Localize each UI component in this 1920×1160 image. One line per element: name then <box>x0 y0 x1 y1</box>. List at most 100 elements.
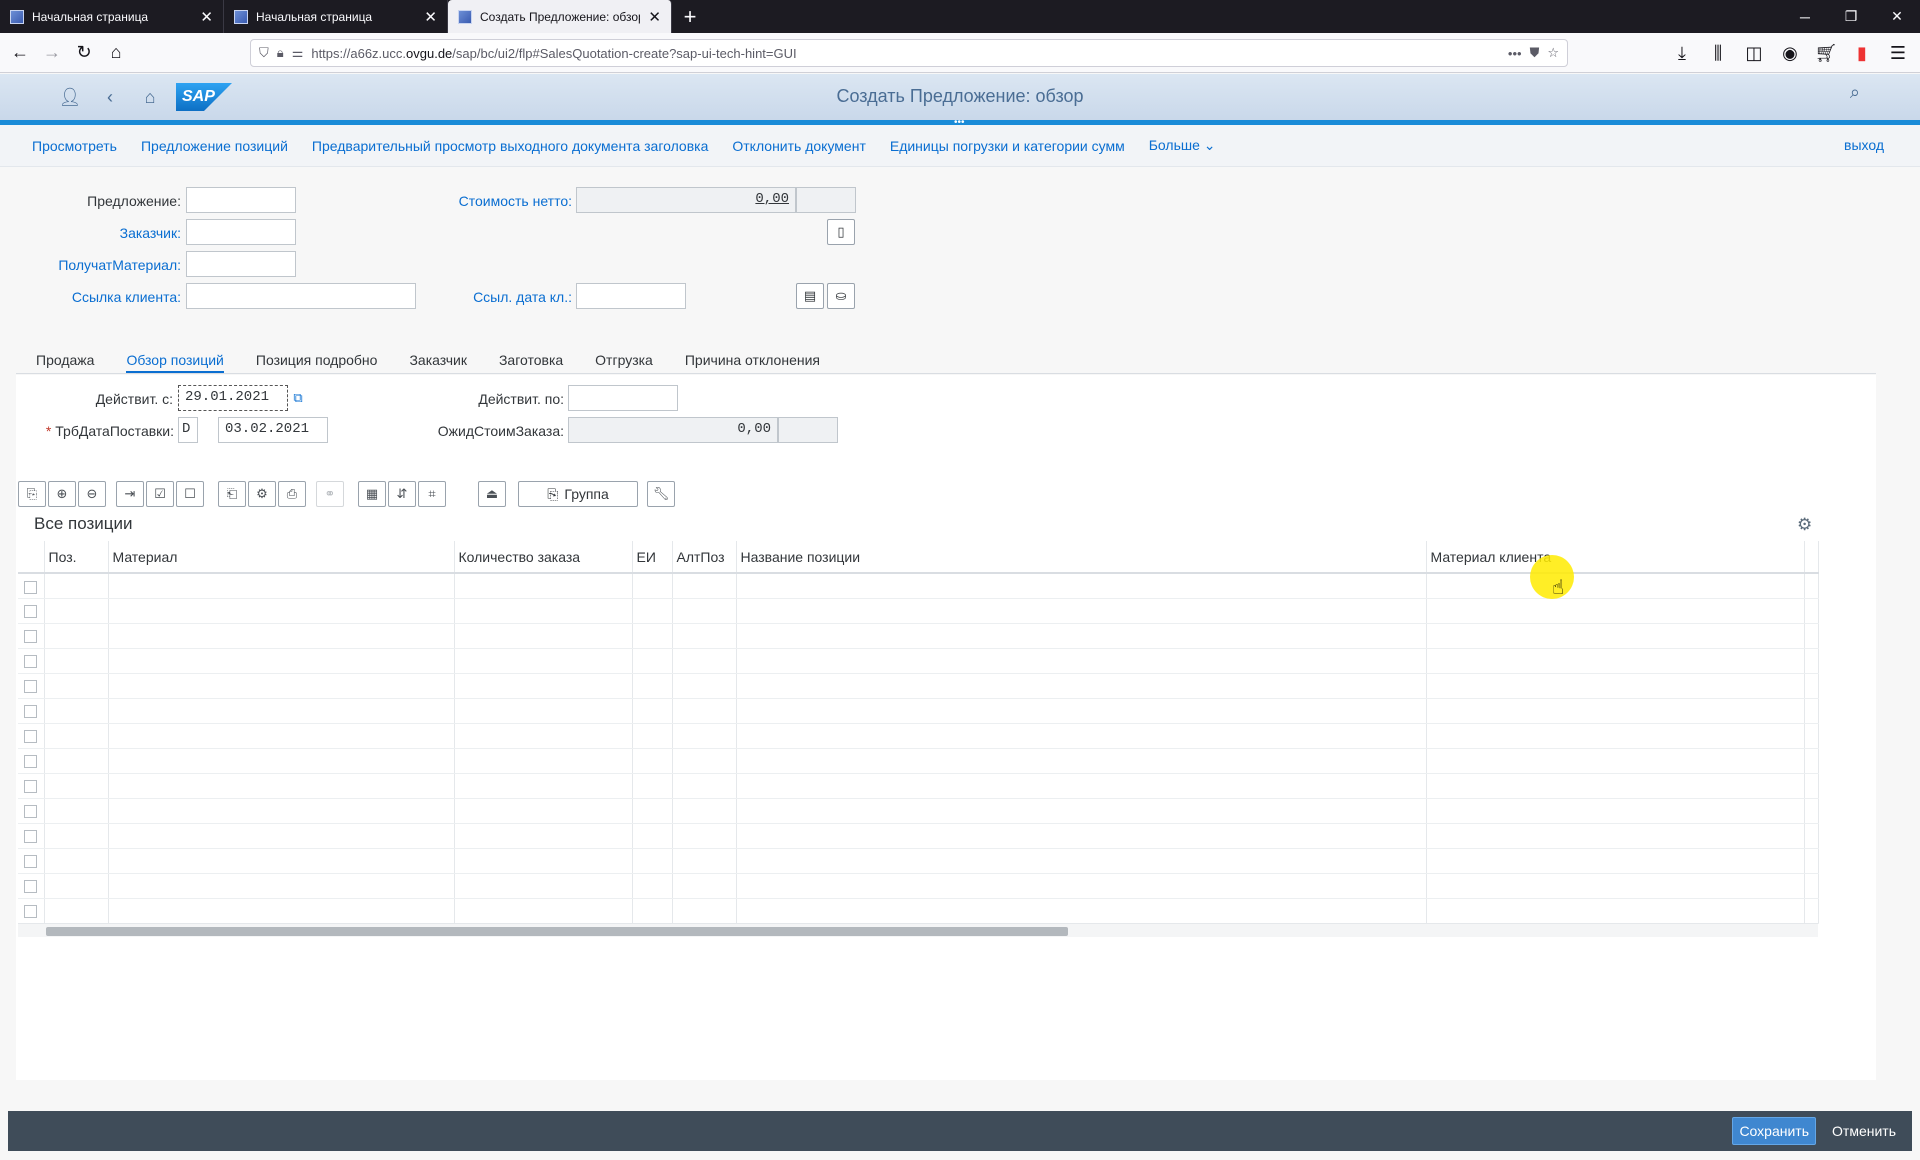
table-cell[interactable] <box>454 748 633 774</box>
pricing-icon[interactable]: ⚙ <box>248 481 276 507</box>
table-cell[interactable] <box>108 673 455 699</box>
restore-icon[interactable]: ❐ <box>1828 0 1874 33</box>
table-cell[interactable] <box>454 823 633 849</box>
delete-row-icon[interactable]: ⊖ <box>78 481 106 507</box>
forward-icon[interactable]: → <box>36 37 68 69</box>
menu-icon[interactable]: ☰ <box>1882 37 1914 69</box>
quotation-field[interactable] <box>186 187 296 213</box>
table-cell[interactable] <box>1426 848 1805 874</box>
variant-icon[interactable]: ⏏ <box>478 481 506 507</box>
shield-icon[interactable]: ⛉ <box>259 45 269 61</box>
row-selector[interactable] <box>18 573 45 599</box>
toolbar-reject-document-button[interactable]: Отклонить документ <box>720 138 877 154</box>
table-cell[interactable] <box>672 623 737 649</box>
row-checkbox[interactable] <box>24 805 38 819</box>
gear-icon[interactable]: ⚙ <box>1797 515 1812 535</box>
row-selector[interactable] <box>18 598 45 624</box>
row-selector[interactable] <box>18 623 45 649</box>
table-cell[interactable] <box>454 598 633 624</box>
table-cell[interactable] <box>672 898 737 924</box>
pocket-icon[interactable]: ⛊ <box>1530 45 1540 61</box>
row-selector[interactable] <box>18 773 45 799</box>
row-selector[interactable] <box>18 798 45 824</box>
tab-rejection-reason[interactable]: Причина отклонения <box>685 344 820 373</box>
table-cell[interactable] <box>736 848 1427 874</box>
table-cell[interactable] <box>1426 823 1805 849</box>
sort-icon[interactable]: ⇵ <box>388 481 416 507</box>
table-row[interactable] <box>18 798 1819 824</box>
customer-label[interactable]: Заказчик: <box>120 225 181 241</box>
insert-row-icon[interactable]: ⇥ <box>116 481 144 507</box>
table-cell[interactable] <box>672 698 737 724</box>
table-cell[interactable] <box>44 773 109 799</box>
table-cell[interactable] <box>632 748 673 774</box>
table-cell[interactable] <box>454 698 633 724</box>
more-actions-icon[interactable]: ••• <box>1508 46 1522 61</box>
table-cell[interactable] <box>1426 798 1805 824</box>
table-cell[interactable] <box>44 623 109 649</box>
table-cell[interactable] <box>632 873 673 899</box>
ref-date-field[interactable] <box>576 283 686 309</box>
table-cell[interactable] <box>44 573 109 599</box>
home-icon[interactable]: ⌂ <box>100 37 132 69</box>
cart-icon[interactable]: 🛒︎ <box>1810 37 1842 69</box>
table-cell[interactable] <box>1426 573 1805 599</box>
select-all-icon[interactable]: ☑ <box>146 481 174 507</box>
table-row[interactable] <box>18 773 1819 799</box>
table-cell[interactable] <box>736 573 1427 599</box>
toolbar-more-button[interactable]: Больше ⌄ <box>1137 137 1228 154</box>
table-cell[interactable] <box>44 598 109 624</box>
calendar-icon[interactable]: ⧉ <box>286 385 310 411</box>
row-selector[interactable] <box>18 698 45 724</box>
scrollbar-thumb[interactable] <box>46 927 1068 936</box>
table-cell[interactable] <box>672 573 737 599</box>
table-cell[interactable] <box>736 773 1427 799</box>
table-cell[interactable] <box>672 873 737 899</box>
table-cell[interactable] <box>632 723 673 749</box>
table-row[interactable] <box>18 673 1819 699</box>
valid-from-field[interactable]: 29.01.2021 <box>178 385 288 411</box>
table-cell[interactable] <box>108 873 455 899</box>
horizontal-scrollbar[interactable] <box>18 923 1818 937</box>
table-cell[interactable] <box>632 823 673 849</box>
row-checkbox[interactable] <box>24 680 38 694</box>
lock-icon[interactable]: 🔒︎ <box>277 45 284 61</box>
table-cell[interactable] <box>44 673 109 699</box>
table-cell[interactable] <box>632 623 673 649</box>
table-cell[interactable] <box>454 898 633 924</box>
column-header-description[interactable]: Название позиции <box>736 541 1427 574</box>
row-selector[interactable] <box>18 898 45 924</box>
table-cell[interactable] <box>44 823 109 849</box>
back-icon[interactable]: ← <box>4 37 36 69</box>
table-row[interactable] <box>18 898 1819 924</box>
table-cell[interactable] <box>672 673 737 699</box>
table-cell[interactable] <box>672 823 737 849</box>
table-row[interactable] <box>18 823 1819 849</box>
item-details-icon[interactable]: ⎘ <box>18 481 46 507</box>
valid-to-field[interactable] <box>568 385 678 411</box>
url-bar[interactable]: ⛉ 🔒︎ ⚌ https://a66z.ucc.ovgu.de/sap/bc/u… <box>250 39 1568 67</box>
row-selector[interactable] <box>18 823 45 849</box>
table-cell[interactable] <box>454 673 633 699</box>
row-selector[interactable] <box>18 723 45 749</box>
table-cell[interactable] <box>44 848 109 874</box>
close-icon[interactable]: ✕ <box>200 8 213 26</box>
deselect-all-icon[interactable]: ☐ <box>176 481 204 507</box>
toolbar-propose-items-button[interactable]: Предложение позиций <box>129 138 300 154</box>
user-icon[interactable]: 👤︎ <box>50 77 90 117</box>
table-cell[interactable] <box>108 748 455 774</box>
column-header-quantity[interactable]: Количество заказа <box>454 541 633 574</box>
browser-tab[interactable]: Начальная страница ✕ <box>224 0 448 33</box>
table-row[interactable] <box>18 623 1819 649</box>
table-cell[interactable] <box>454 848 633 874</box>
row-selector[interactable] <box>18 673 45 699</box>
table-cell[interactable] <box>736 648 1427 674</box>
configuration-icon[interactable]: ⎙ <box>278 481 306 507</box>
table-cell[interactable] <box>44 873 109 899</box>
net-value-label[interactable]: Стоимость нетто: <box>459 193 572 209</box>
table-cell[interactable] <box>1426 873 1805 899</box>
header-details-icon[interactable]: ▤ <box>796 283 824 309</box>
row-checkbox[interactable] <box>24 830 38 844</box>
table-cell[interactable] <box>672 598 737 624</box>
table-cell[interactable] <box>736 623 1427 649</box>
